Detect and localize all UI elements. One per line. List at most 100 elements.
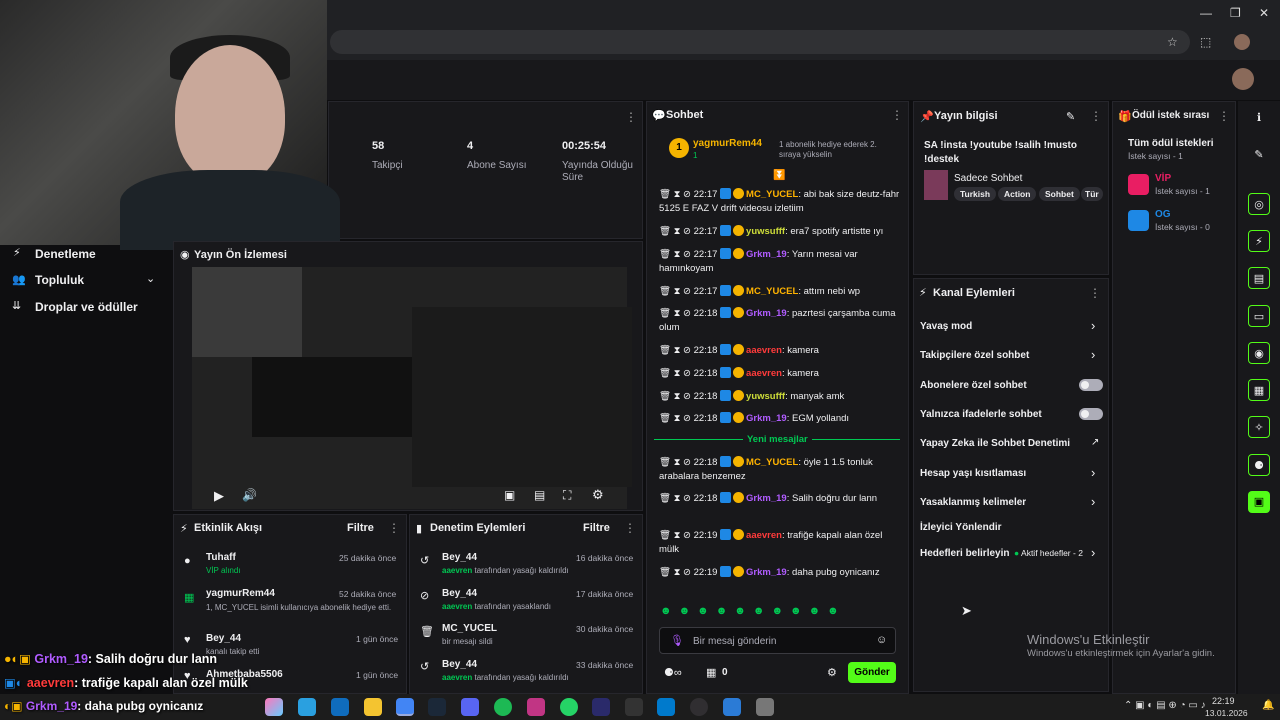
edge-icon[interactable] xyxy=(298,698,316,716)
emote-bar[interactable]: ☻☻☻☻☻☻☻☻☻☻ xyxy=(660,605,900,621)
timeout-icon[interactable]: ⧗ xyxy=(674,308,683,319)
user-avatar[interactable] xyxy=(1232,68,1254,90)
send-button[interactable]: Gönder xyxy=(848,662,896,683)
stats-menu-icon[interactable]: ⋮ xyxy=(625,110,637,124)
ban-icon[interactable]: ⊘ xyxy=(683,530,694,541)
chevron-right-icon[interactable]: › xyxy=(1091,545,1095,560)
timeout-icon[interactable]: ⧗ xyxy=(674,457,683,468)
minimize-button[interactable]: — xyxy=(1200,6,1212,20)
sidebar-item-moderation[interactable]: Denetleme xyxy=(35,247,96,261)
reward-name[interactable]: OG xyxy=(1155,209,1171,220)
ban-icon[interactable]: ⊘ xyxy=(683,391,694,402)
stream-info-menu-icon[interactable]: ⋮ xyxy=(1090,109,1102,123)
steam-icon[interactable] xyxy=(428,698,446,716)
chat-username[interactable]: Grkm_19 xyxy=(746,308,787,319)
extensions-icon[interactable]: ⬚ xyxy=(1200,35,1211,49)
delete-icon[interactable]: 🗑 xyxy=(659,493,674,504)
vscode-icon[interactable] xyxy=(657,698,675,716)
delete-icon[interactable]: 🗑 xyxy=(659,391,674,402)
settings-gear-icon[interactable]: ⚙ xyxy=(592,487,604,503)
chat-message[interactable]: 🗑 ⧗ ⊘ 22:18 Grkm_19: pazrtesi çarşamba c… xyxy=(659,307,904,335)
chat-username[interactable]: aaevren xyxy=(746,368,782,379)
tag-chip[interactable]: Sohbet xyxy=(1039,187,1080,201)
chat-username[interactable]: aaevren xyxy=(746,530,782,541)
timeout-icon[interactable]: ⧗ xyxy=(674,567,683,578)
community-icon[interactable]: ⚈ xyxy=(1248,454,1270,476)
ban-icon[interactable]: ⊘ xyxy=(683,567,694,578)
reward-name[interactable]: VİP xyxy=(1155,173,1171,184)
mic-icon[interactable]: 🎙 xyxy=(670,634,684,647)
bookmark-star-icon[interactable]: ☆ xyxy=(1167,35,1178,49)
explorer-icon[interactable] xyxy=(364,698,382,716)
chat-username[interactable]: MC_YUCEL xyxy=(746,457,798,468)
theater-icon[interactable]: ▤ xyxy=(534,488,545,502)
chat-message[interactable]: 🗑 ⧗ ⊘ 22:18 yuwsufff: manyak amk xyxy=(659,390,904,404)
ban-icon[interactable]: ⊘ xyxy=(683,286,694,297)
mod-filter-button[interactable]: Filtre xyxy=(583,522,610,534)
timeout-icon[interactable]: ⧗ xyxy=(674,226,683,237)
chat-username[interactable]: Grkm_19 xyxy=(746,413,787,424)
app-icon[interactable] xyxy=(756,698,774,716)
notes-icon[interactable]: ▤ xyxy=(1248,267,1270,289)
banned-words-item[interactable]: Yasaklanmış kelimeler xyxy=(920,497,1026,508)
delete-icon[interactable]: 🗑 xyxy=(659,249,674,260)
tag-chip[interactable]: Action xyxy=(998,187,1037,201)
maximize-button[interactable]: ❐ xyxy=(1230,6,1241,20)
rewards-menu-icon[interactable]: ⋮ xyxy=(1218,109,1230,123)
chat-username[interactable]: Grkm_19 xyxy=(746,567,787,578)
scroll-down-icon[interactable]: ⏬ xyxy=(773,170,785,181)
delete-icon[interactable]: 🗑 xyxy=(659,530,674,541)
account-age-item[interactable]: Hesap yaşı kısıtlaması xyxy=(920,468,1026,479)
app-icon[interactable] xyxy=(723,698,741,716)
tag-chip[interactable]: Turkish xyxy=(954,187,997,201)
play-icon[interactable]: ▶ xyxy=(214,488,224,504)
chat-message[interactable]: 🗑 ⧗ ⊘ 22:19 Grkm_19: daha pubg oynicanız xyxy=(659,566,904,580)
app-icon[interactable] xyxy=(625,698,643,716)
chat-username[interactable]: MC_YUCEL xyxy=(746,189,798,200)
ban-icon[interactable]: ⊘ xyxy=(683,226,694,237)
host-redirect-item[interactable]: İzleyici Yönlendir xyxy=(920,522,1002,533)
timeout-icon[interactable]: ⧗ xyxy=(674,530,683,541)
clapper-icon[interactable]: ▣ xyxy=(1248,491,1270,513)
activity-menu-icon[interactable]: ⋮ xyxy=(388,521,400,535)
chat-input[interactable]: 🎙 Bir mesaj gönderin ☺ xyxy=(659,627,896,654)
chat-message[interactable]: 🗑 ⧗ ⊘ 22:18 MC_YUCEL: öyle 1 1.5 tonluk … xyxy=(659,456,904,484)
ai-moderation-item[interactable]: Yapay Zeka ile Sohbet Denetimi xyxy=(920,438,1070,449)
chat-username[interactable]: Grkm_19 xyxy=(746,249,787,260)
chat-message[interactable]: 🗑 ⧗ ⊘ 22:17 MC_YUCEL: abi bak size deutz… xyxy=(659,188,904,216)
timeout-icon[interactable]: ⧗ xyxy=(674,391,683,402)
delete-icon[interactable]: 🗑 xyxy=(659,308,674,319)
delete-icon[interactable]: 🗑 xyxy=(659,368,674,379)
notification-icon[interactable]: 🔔 xyxy=(1262,700,1274,711)
clock-time[interactable]: 22:19 xyxy=(1212,696,1235,706)
instagram-icon[interactable] xyxy=(527,698,545,716)
clock-date[interactable]: 13.01.2026 xyxy=(1205,708,1248,718)
stream-video[interactable] xyxy=(192,267,632,509)
address-bar[interactable] xyxy=(330,30,1190,54)
chat-message[interactable]: 🗑 ⧗ ⊘ 22:18 Grkm_19: EGM yollandı xyxy=(659,412,904,426)
chat-message[interactable]: 🗑 ⧗ ⊘ 22:17 Grkm_19: Yarın mesai var ham… xyxy=(659,248,904,276)
emoji-icon[interactable]: ☺ xyxy=(876,634,887,646)
chrome-icon[interactable] xyxy=(396,698,414,716)
info-icon[interactable]: ℹ xyxy=(1248,107,1270,129)
ban-icon[interactable]: ⊘ xyxy=(683,189,694,200)
timeout-icon[interactable]: ⧗ xyxy=(674,249,683,260)
spotify-icon[interactable] xyxy=(494,698,512,716)
delete-icon[interactable]: 🗑 xyxy=(659,189,674,200)
sidebar-item-drops[interactable]: Droplar ve ödüller xyxy=(35,300,138,314)
timeout-icon[interactable]: ⧗ xyxy=(674,493,683,504)
pinned-user[interactable]: yagmurRem44 xyxy=(693,138,762,149)
app-icon[interactable] xyxy=(592,698,610,716)
chat-message[interactable]: 🗑 ⧗ ⊘ 22:18 aaevren: kamera xyxy=(659,367,904,381)
obs-icon[interactable] xyxy=(690,698,708,716)
fullscreen-icon[interactable]: ⛶ xyxy=(563,488,571,503)
chevron-right-icon[interactable]: › xyxy=(1091,347,1095,362)
chat-message[interactable]: 🗑 ⧗ ⊘ 22:17 yuwsufff: era7 spotify artis… xyxy=(659,225,904,239)
delete-icon[interactable]: 🗑 xyxy=(659,226,674,237)
gift-icon[interactable]: ▦ xyxy=(706,666,716,679)
chevron-right-icon[interactable]: › xyxy=(1091,318,1095,333)
external-link-icon[interactable]: ↗ xyxy=(1091,437,1099,448)
chat-settings-icon[interactable]: ⚙ xyxy=(827,666,837,679)
pip-icon[interactable]: ▣ xyxy=(504,488,515,502)
camera-icon[interactable]: ◎ xyxy=(1248,193,1270,215)
